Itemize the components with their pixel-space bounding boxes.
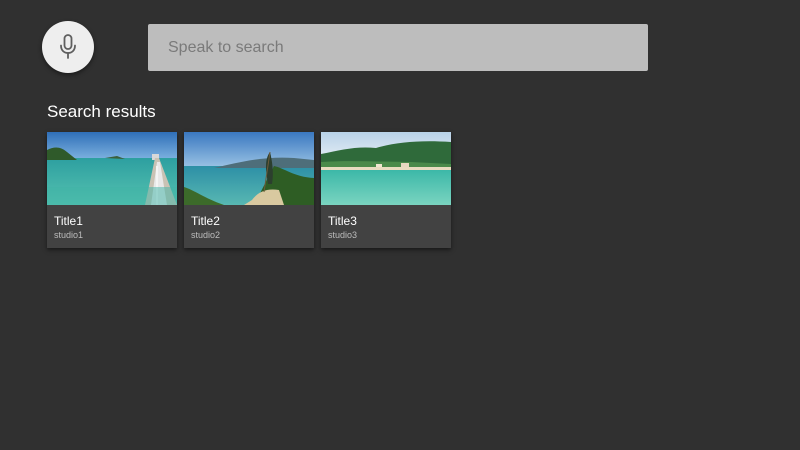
result-card[interactable]: Title3 studio3: [321, 132, 451, 248]
result-title: Title1: [54, 214, 83, 228]
search-box[interactable]: [148, 24, 648, 71]
result-subtitle: studio3: [328, 230, 358, 240]
result-title: Title2: [191, 214, 220, 228]
search-input[interactable]: [168, 38, 628, 57]
search-results-heading: Search results: [47, 102, 156, 121]
result-thumbnail: [47, 132, 177, 205]
result-subtitle: studio2: [191, 230, 221, 240]
result-card[interactable]: Title1 studio1: [47, 132, 177, 248]
result-thumbnail: [184, 132, 314, 205]
result-thumbnail: [321, 132, 451, 205]
result-subtitle: studio1: [54, 230, 84, 240]
result-title: Title3: [328, 214, 357, 228]
microphone-icon: [59, 34, 77, 60]
voice-search-button[interactable]: [42, 21, 94, 73]
result-card[interactable]: Title2 studio2: [184, 132, 314, 248]
search-results-row: Title1 studio1 Title2 studio2 Title3 stu…: [47, 132, 451, 248]
